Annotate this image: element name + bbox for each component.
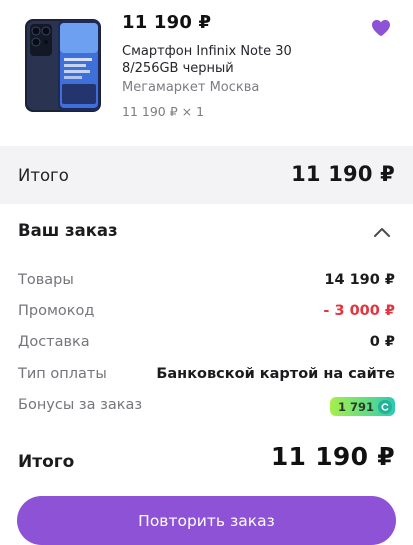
heart-icon[interactable] bbox=[371, 19, 391, 37]
final-total-value: 11 190 ₽ bbox=[270, 442, 395, 471]
row-delivery: Доставка 0 ₽ bbox=[0, 332, 413, 356]
bonus-badge[interactable]: 1 791 bbox=[329, 397, 395, 416]
repeat-order-button[interactable]: Повторить заказ bbox=[17, 496, 396, 545]
product-card[interactable]: 11 190 ₽ Смартфон Infinix Note 30 8/256G… bbox=[0, 0, 413, 146]
row-payment-type: Тип оплаты Банковской картой на сайте bbox=[0, 364, 413, 388]
product-quantity: 11 190 ₽ × 1 bbox=[122, 104, 205, 119]
bonus-amount: 1 791 bbox=[337, 399, 374, 414]
total-summary-bar: Итого 11 190 ₽ bbox=[0, 146, 413, 204]
promocode-label: Промокод bbox=[18, 303, 95, 319]
delivery-value: 0 ₽ bbox=[369, 334, 395, 350]
row-goods: Товары 14 190 ₽ bbox=[0, 270, 413, 294]
order-details-header[interactable]: Ваш заказ bbox=[0, 204, 413, 260]
product-name[interactable]: Смартфон Infinix Note 30 8/256GB черный bbox=[122, 43, 352, 77]
total-value: 11 190 ₽ bbox=[291, 162, 395, 186]
payment-type-label: Тип оплаты bbox=[18, 366, 107, 382]
row-promocode: Промокод - 3 000 ₽ bbox=[0, 301, 413, 325]
product-price: 11 190 ₽ bbox=[122, 12, 212, 33]
payment-type-value: Банковской картой на сайте bbox=[156, 366, 395, 382]
total-label: Итого bbox=[18, 166, 69, 185]
goods-label: Товары bbox=[18, 272, 74, 288]
seller-name: Мегамаркет Москва bbox=[122, 80, 260, 95]
delivery-label: Доставка bbox=[18, 334, 90, 350]
final-total-label: Итого bbox=[18, 452, 75, 472]
goods-value: 14 190 ₽ bbox=[324, 272, 395, 288]
order-title: Ваш заказ bbox=[18, 221, 118, 240]
chevron-up-icon[interactable] bbox=[373, 226, 391, 238]
smartphone-image bbox=[25, 19, 101, 112]
bonus-label: Бонусы за заказ bbox=[18, 397, 143, 413]
promocode-value: - 3 000 ₽ bbox=[323, 303, 395, 319]
final-total: Итого 11 190 ₽ bbox=[0, 440, 413, 484]
bonus-coin-icon bbox=[378, 399, 392, 414]
row-bonus: Бонусы за заказ 1 791 bbox=[0, 395, 413, 419]
